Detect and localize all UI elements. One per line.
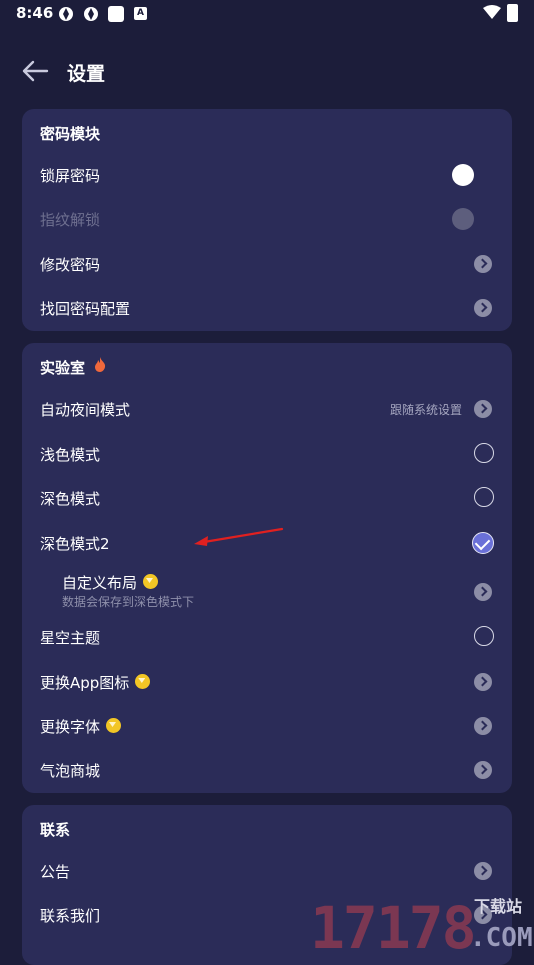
dark-mode-row[interactable]: 深色模式	[22, 476, 512, 520]
custom-layout-row[interactable]: 自定义布局 数据会保存到深色模式下	[22, 568, 512, 614]
wifi-icon	[483, 5, 501, 19]
dark-mode-2-radio-checked[interactable]	[472, 532, 494, 554]
row-label: 找回密码配置	[40, 300, 131, 318]
announcement-row[interactable]: 公告	[22, 849, 512, 893]
bubble-store-row[interactable]: 气泡商城	[22, 748, 512, 792]
light-mode-radio[interactable]	[474, 443, 494, 463]
watermark-com: .COM	[470, 923, 533, 950]
status-bar: 8:46 A	[0, 0, 534, 28]
row-label: 修改密码	[40, 256, 101, 274]
watermark-logo: 17178 下载站 .COM	[310, 894, 533, 950]
custom-layout-title: 自定义布局	[62, 572, 159, 593]
custom-layout-desc: 数据会保存到深色模式下	[62, 595, 195, 609]
fingerprint-toggle[interactable]	[452, 208, 474, 230]
watermark-sub: 下载站	[474, 897, 522, 916]
row-label: 浅色模式	[40, 446, 101, 464]
password-section-title: 密码模块	[40, 125, 101, 143]
chevron-right-icon	[474, 673, 492, 691]
change-font-title: 更换字体	[40, 716, 122, 737]
status-time: 8:46	[16, 4, 54, 22]
page-title: 设置	[67, 63, 106, 85]
chevron-right-icon	[474, 299, 492, 317]
row-label: 联系我们	[40, 907, 101, 925]
notification-badge-icon: A	[134, 7, 147, 20]
password-card: 密码模块 锁屏密码 指纹解锁 修改密码 找回密码配置	[22, 109, 512, 331]
chevron-right-icon	[474, 255, 492, 273]
premium-gem-icon	[135, 674, 151, 689]
fire-icon	[95, 357, 106, 372]
recover-password-row[interactable]: 找回密码配置	[22, 286, 512, 330]
auto-night-mode-row[interactable]: 自动夜间模式 跟随系统设置	[22, 387, 512, 431]
chevron-right-icon	[474, 761, 492, 779]
app-notification-icon	[59, 7, 73, 21]
chevron-right-icon	[474, 717, 492, 735]
custom-layout-label: 自定义布局	[62, 574, 138, 592]
light-mode-row[interactable]: 浅色模式	[22, 432, 512, 476]
dark-mode-radio[interactable]	[474, 487, 494, 507]
auto-night-mode-value: 跟随系统设置	[389, 403, 462, 417]
row-label: 深色模式	[40, 490, 101, 508]
row-label: 深色模式2	[40, 535, 110, 553]
change-font-row[interactable]: 更换字体	[22, 704, 512, 748]
starry-theme-row[interactable]: 星空主题	[22, 615, 512, 659]
row-label: 公告	[40, 863, 71, 881]
watermark-big: 17178	[310, 894, 475, 950]
change-app-icon-row[interactable]: 更换App图标	[22, 660, 512, 704]
premium-gem-icon	[106, 718, 122, 733]
app-bar: 设置	[0, 48, 534, 96]
starry-theme-radio[interactable]	[474, 626, 494, 646]
lab-card: 实验室 自动夜间模式 跟随系统设置 浅色模式 深色模式 深色模式2 自定义布局 …	[22, 343, 512, 793]
change-password-row[interactable]: 修改密码	[22, 242, 512, 286]
lab-title-text: 实验室	[40, 359, 86, 377]
premium-gem-icon	[143, 574, 159, 589]
lock-screen-toggle[interactable]	[452, 164, 474, 186]
lock-screen-password-row[interactable]: 锁屏密码	[22, 153, 512, 197]
change-app-icon-label: 更换App图标	[40, 674, 130, 692]
contact-section-title: 联系	[40, 821, 71, 839]
fingerprint-unlock-row[interactable]: 指纹解锁	[22, 197, 512, 241]
row-label: 星空主题	[40, 629, 101, 647]
change-app-icon-title: 更换App图标	[40, 672, 151, 693]
battery-icon	[507, 4, 518, 22]
row-label: 指纹解锁	[40, 211, 101, 229]
row-label: 自动夜间模式	[40, 401, 131, 419]
row-label: 气泡商城	[40, 762, 101, 780]
row-label: 锁屏密码	[40, 167, 101, 185]
change-font-label: 更换字体	[40, 718, 101, 736]
notification-square-icon	[108, 6, 124, 22]
app-notification-icon-2	[84, 7, 98, 21]
back-arrow-icon[interactable]	[20, 58, 50, 84]
lab-section-title: 实验室	[40, 357, 85, 378]
chevron-right-icon	[474, 400, 492, 418]
chevron-right-icon	[474, 583, 492, 601]
annotation-arrow-icon	[194, 527, 284, 546]
chevron-right-icon	[474, 862, 492, 880]
